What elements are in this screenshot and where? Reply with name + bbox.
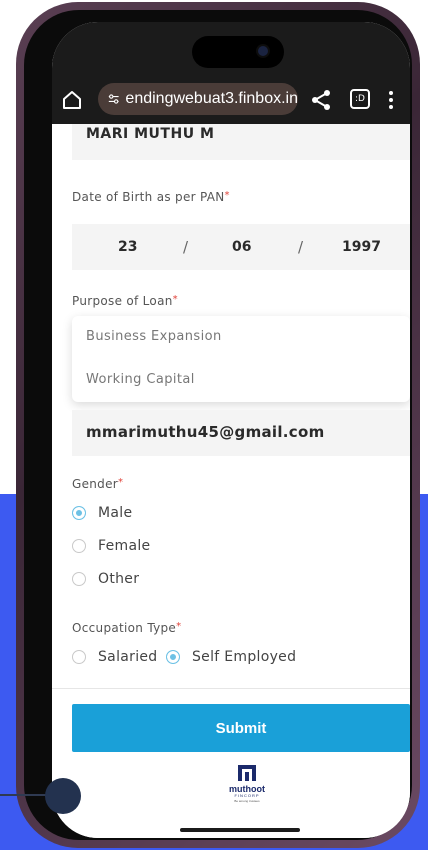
radio-selected-icon[interactable]	[166, 650, 180, 664]
radio-icon[interactable]	[72, 650, 86, 664]
dob-year[interactable]: 1997	[342, 239, 381, 255]
browser-toolbar: endingwebuat3.finbox.in :D	[52, 76, 410, 124]
dob-month[interactable]: 06	[232, 239, 251, 255]
purpose-option-working-capital[interactable]: Working Capital	[86, 372, 195, 387]
phone-frame: endingwebuat3.finbox.in :D MARI MUTHU M	[16, 2, 420, 848]
home-icon[interactable]	[60, 88, 84, 112]
purpose-option-business-expansion[interactable]: Business Expansion	[86, 329, 222, 344]
camera-icon	[258, 46, 268, 56]
home-indicator[interactable]	[180, 828, 300, 832]
email-value: mmarimuthu45@gmail.com	[86, 423, 325, 441]
dynamic-island	[192, 36, 284, 68]
radio-icon[interactable]	[72, 539, 86, 553]
gender-option-female[interactable]: Female	[72, 538, 150, 554]
gender-label: Gender*	[72, 477, 124, 491]
dob-separator: /	[298, 238, 304, 256]
tabs-count: :D	[355, 94, 365, 104]
phone-screen: endingwebuat3.finbox.in :D MARI MUTHU M	[52, 22, 410, 838]
dob-day[interactable]: 23	[118, 239, 137, 255]
more-vert-icon[interactable]	[388, 90, 394, 110]
gender-option-other[interactable]: Other	[72, 571, 139, 587]
share-icon[interactable]	[310, 89, 332, 111]
status-area	[52, 22, 410, 76]
url-text: endingwebuat3.finbox.in	[125, 90, 298, 107]
footer-divider	[52, 688, 410, 689]
site-settings-icon[interactable]	[108, 92, 119, 106]
radio-icon[interactable]	[72, 572, 86, 586]
address-bar[interactable]: endingwebuat3.finbox.in	[98, 83, 298, 115]
pointer-dot	[45, 778, 81, 814]
submit-button[interactable]: Submit	[72, 704, 410, 752]
occupation-option-self-employed[interactable]: Self Employed	[166, 649, 296, 665]
gender-option-male[interactable]: Male	[72, 505, 132, 521]
name-value: MARI MUTHU M	[86, 126, 215, 142]
purpose-label: Purpose of Loan*	[72, 294, 178, 308]
radio-selected-icon[interactable]	[72, 506, 86, 520]
dob-label: Date of Birth as per PAN*	[72, 190, 230, 204]
occupation-option-salaried[interactable]: Salaried	[72, 649, 157, 665]
logo-sub-text: FINCORP	[234, 793, 260, 798]
logo-mark-icon	[238, 765, 256, 781]
logo-tagline: Be among trustees	[234, 799, 260, 803]
occupation-label: Occupation Type*	[72, 621, 182, 635]
dob-separator: /	[183, 238, 189, 256]
muthoot-fincorp-logo: muthoot FINCORP Be among trustees	[217, 764, 277, 804]
tabs-icon[interactable]: :D	[350, 89, 370, 109]
